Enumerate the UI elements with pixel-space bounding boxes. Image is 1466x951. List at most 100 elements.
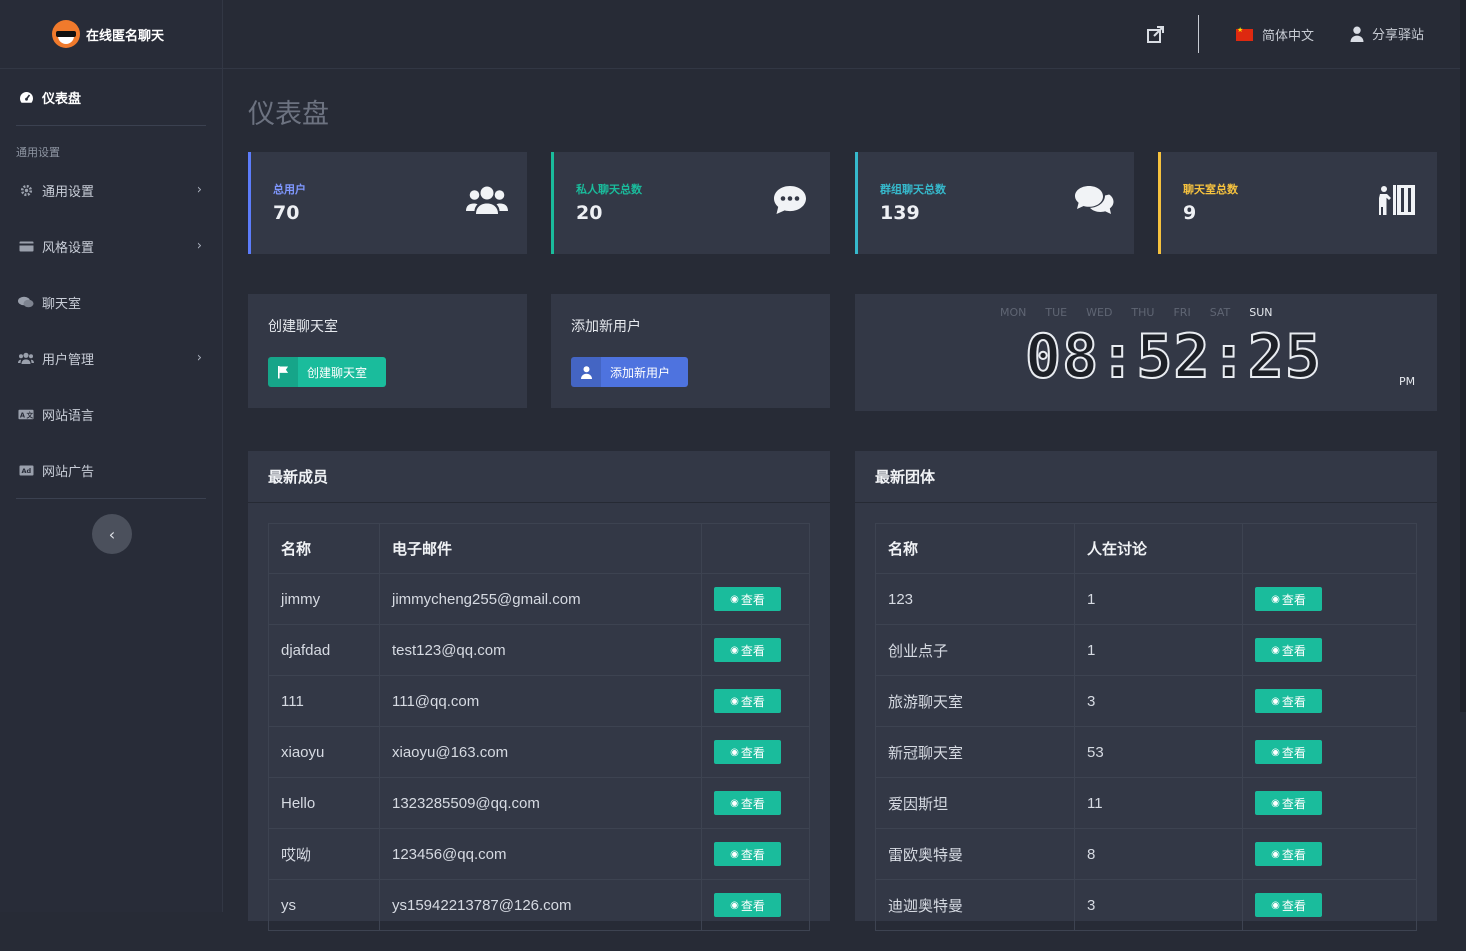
comments-icon [1072,182,1116,218]
brand[interactable]: 在线匿名聊天 [0,0,222,69]
eye-icon: ◉ [730,644,739,656]
view-button[interactable]: ◉ 查看 [714,587,781,611]
view-button[interactable]: ◉ 查看 [714,893,781,917]
latest-members-panel: 最新成员 名称 电子邮件 jimmy jimmycheng255@gmail.co… [248,451,830,931]
eye-icon: ◉ [1271,644,1280,656]
stat-card-group-chats: 群组聊天总数 139 [855,152,1134,254]
sidebar-item-label: 风格设置 [42,240,95,256]
weekday: FRI [1173,306,1191,319]
weekday: SAT [1209,306,1231,319]
page-title: 仪表盘 [248,99,329,130]
svg-text:A: A [20,411,26,419]
flag-icon [268,357,298,387]
button-label: 查看 [740,796,765,811]
sidebar-item-chatroom[interactable]: 聊天室 [0,274,222,330]
table-row: 雷欧奥特曼 8 ◉ 查看 [875,828,1417,880]
group-name: 新冠聊天室 [875,726,1075,778]
view-button[interactable]: ◉ 查看 [714,740,781,764]
view-button[interactable]: ◉ 查看 [714,842,781,866]
sidebar-item-label: 网站广告 [42,464,95,480]
view-button[interactable]: ◉ 查看 [1255,587,1322,611]
stat-label: 总用户 [273,183,306,196]
add-user-button[interactable]: 添加新用户 [571,357,688,387]
members-table: 名称 电子邮件 jimmy jimmycheng255@gmail.com ◉ 查看 d… [268,523,810,931]
card-title: 创建聊天室 [268,319,338,335]
action-cell: ◉ 查看 [701,726,810,778]
clock-time: 08:52:25 [1024,321,1322,393]
view-button[interactable]: ◉ 查看 [1255,893,1322,917]
stat-label: 群组聊天总数 [880,183,946,196]
external-link-icon[interactable] [1145,24,1167,46]
weekday: TUE [1045,306,1068,319]
view-button[interactable]: ◉ 查看 [1255,689,1322,713]
eye-icon: ◉ [730,746,739,758]
stat-value: 9 [1183,202,1197,224]
table-row: djafdad test123@qq.com ◉ 查看 [268,624,810,676]
view-button[interactable]: ◉ 查看 [1255,791,1322,815]
table-row: 爱因斯坦 11 ◉ 查看 [875,777,1417,829]
view-button[interactable]: ◉ 查看 [1255,638,1322,662]
create-chatroom-button[interactable]: 创建聊天室 [268,357,386,387]
button-label: 查看 [1281,745,1306,760]
stat-card-total-users: 总用户 70 [248,152,527,254]
sidebar-section-title: 通用设置 [16,146,60,159]
view-button[interactable]: ◉ 查看 [714,791,781,815]
member-name: djafdad [268,624,380,676]
clock-ampm: PM [1399,375,1416,388]
panel-title: 最新团体 [855,451,1437,503]
scrollbar[interactable] [1460,0,1466,712]
eye-icon: ◉ [730,848,739,860]
eye-icon: ◉ [730,593,739,605]
eye-icon: ◉ [1271,695,1280,707]
share-link[interactable]: 分享驿站 [1350,24,1424,43]
brand-name: 在线匿名聊天 [86,28,165,44]
action-cell: ◉ 查看 [701,624,810,676]
stat-label: 聊天室总数 [1183,183,1238,196]
action-cell: ◉ 查看 [701,879,810,931]
sidebar-item-general-settings[interactable]: 通用设置 › [0,162,222,218]
action-cell: ◉ 查看 [1242,573,1417,625]
gear-icon [18,184,34,196]
door-icon [1375,182,1419,218]
group-count: 1 [1074,624,1243,676]
table-row: Hello 1323285509@qq.com ◉ 查看 [268,777,810,829]
view-button[interactable]: ◉ 查看 [1255,842,1322,866]
sidebar-item-dashboard[interactable]: 仪表盘 [0,69,222,125]
eye-icon: ◉ [730,695,739,707]
button-label: 查看 [740,847,765,862]
view-button[interactable]: ◉ 查看 [714,638,781,662]
language-selector[interactable]: 简体中文 [1236,25,1314,44]
view-button[interactable]: ◉ 查看 [714,689,781,713]
action-cell: ◉ 查看 [1242,624,1417,676]
button-label: 查看 [740,694,765,709]
sidebar-item-label: 用户管理 [42,352,95,368]
user-icon [571,357,601,387]
sidebar-item-label: 聊天室 [42,296,82,312]
stat-card-private-chats: 私人聊天总数 20 [551,152,830,254]
group-count: 1 [1074,573,1243,625]
weekday: SUN [1249,306,1273,319]
group-count: 8 [1074,828,1243,880]
topbar: 简体中文 分享驿站 [223,0,1466,69]
action-cell: ◉ 查看 [701,777,810,829]
table-header-row: 名称 人在讨论 [875,523,1417,574]
column-header [1242,523,1417,574]
eye-icon: ◉ [730,797,739,809]
sidebar-item-user-management[interactable]: 用户管理 › [0,330,222,386]
sidebar-item-site-ads[interactable]: Ad 网站广告 [0,442,222,498]
eye-icon: ◉ [730,899,739,911]
svg-text:文: 文 [26,410,33,419]
member-name: 111 [268,675,380,727]
group-name: 雷欧奥特曼 [875,828,1075,880]
language-icon: A文 [18,408,34,420]
sidebar-item-style-settings[interactable]: 风格设置 › [0,218,222,274]
weekday: MON [1000,306,1027,319]
action-cell: ◉ 查看 [1242,726,1417,778]
sidebar-collapse-button[interactable]: ‹ [92,514,132,554]
chevron-right-icon: › [196,350,202,366]
action-cell: ◉ 查看 [1242,879,1417,931]
button-label: 查看 [740,745,765,760]
view-button[interactable]: ◉ 查看 [1255,740,1322,764]
column-header: 名称 [875,523,1075,574]
sidebar-item-site-language[interactable]: A文 网站语言 [0,386,222,442]
